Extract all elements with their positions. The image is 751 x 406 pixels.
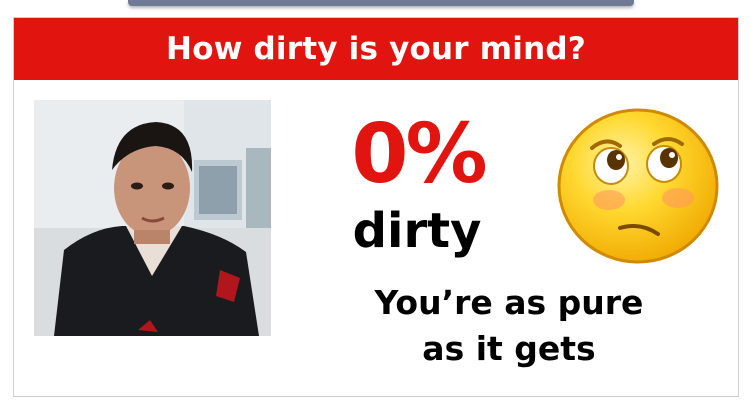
quiz-title: How dirty is your mind? xyxy=(14,18,738,80)
result-message: You’re as pure as it gets xyxy=(374,283,644,368)
profile-photo xyxy=(34,100,271,336)
top-strip xyxy=(128,0,634,6)
result-label: dirty xyxy=(352,203,482,259)
result-percentage: 0% xyxy=(351,107,487,202)
pleading-face-emoji-icon xyxy=(554,106,728,266)
quiz-result-card: How dirty is your mind? 0% dirty You’re … xyxy=(13,17,739,397)
